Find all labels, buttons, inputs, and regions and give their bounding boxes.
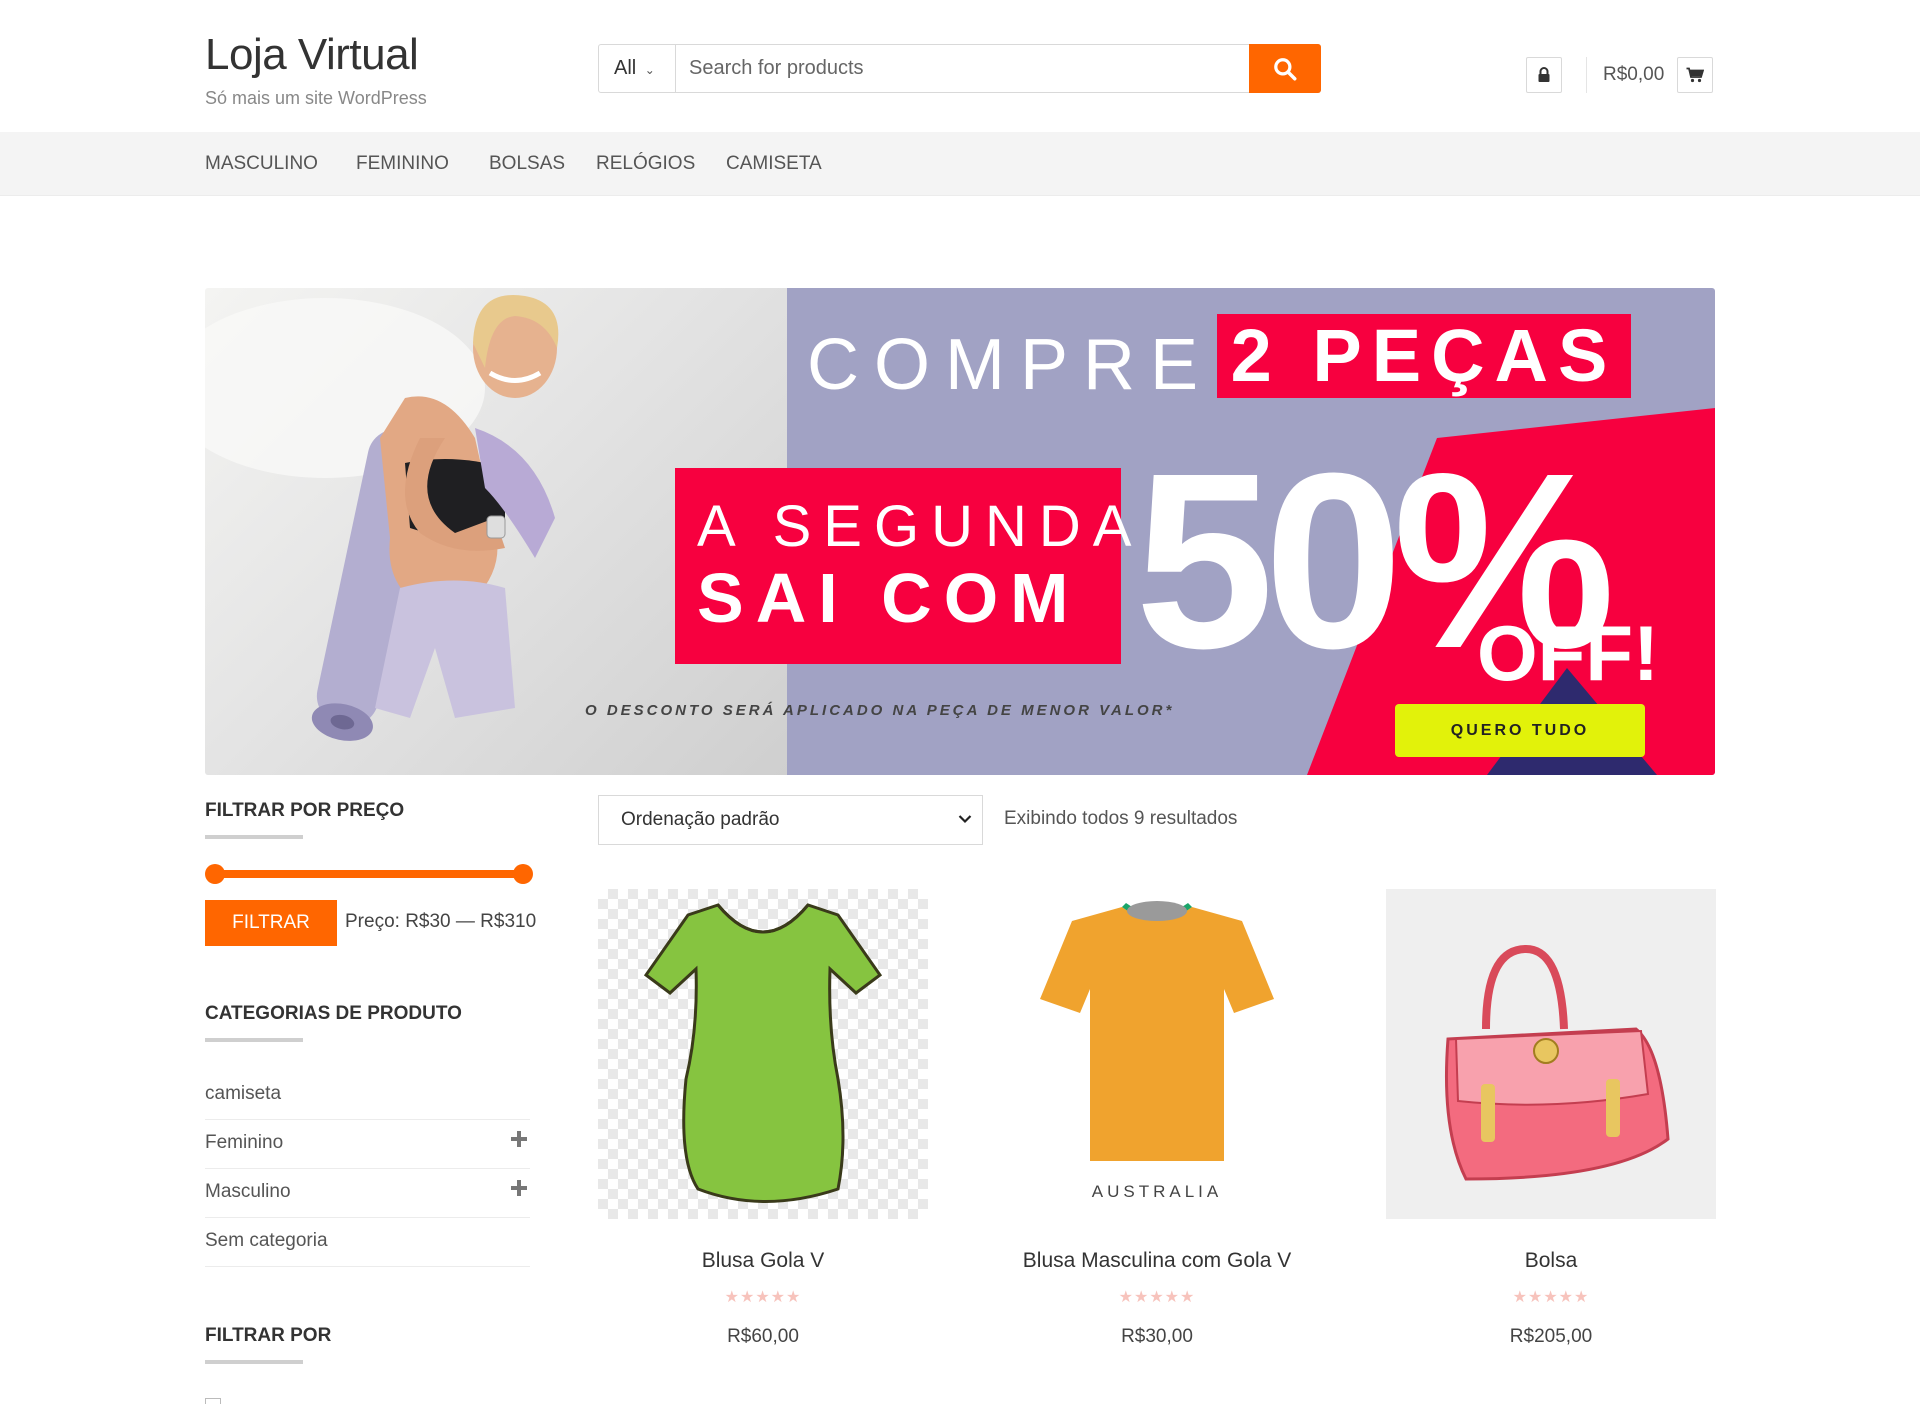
- category-item-camiseta[interactable]: camiseta: [205, 1071, 530, 1120]
- green-v-neck-blouse-image: [643, 903, 883, 1203]
- expand-plus-icon[interactable]: [510, 1130, 528, 1148]
- filter-button[interactable]: FILTRAR: [205, 900, 337, 946]
- results-count: Exibindo todos 9 resultados: [1004, 808, 1238, 829]
- filter-checkbox[interactable]: [205, 1398, 221, 1404]
- category-item-sem-categoria[interactable]: Sem categoria: [205, 1218, 530, 1267]
- product-price: R$205,00: [1509, 1326, 1593, 1347]
- category-item-feminino[interactable]: Feminino: [205, 1120, 530, 1169]
- product-rating-stars: ★★★★★: [724, 1289, 802, 1306]
- chevron-down-icon: [958, 815, 972, 824]
- chevron-down-icon: ⌄: [644, 63, 655, 77]
- nav-item-feminino[interactable]: FEMININO: [356, 153, 449, 175]
- expand-plus-icon[interactable]: [510, 1179, 528, 1197]
- product-rating-stars: ★★★★★: [1118, 1289, 1196, 1306]
- cart-button[interactable]: [1677, 57, 1713, 93]
- category-label: Masculino: [205, 1181, 291, 1202]
- nav-item-bolsas[interactable]: BOLSAS: [489, 153, 565, 175]
- banner-sai-com-text: SAI COM: [697, 559, 1081, 637]
- price-range-label: Preço: R$30 — R$310: [345, 911, 537, 932]
- product-categories-title: CATEGORIAS DE PRODUTO: [205, 1003, 462, 1024]
- price-filter-title: FILTRAR POR PREÇO: [205, 800, 405, 821]
- header-divider: [1586, 57, 1587, 93]
- category-label: camiseta: [205, 1083, 282, 1104]
- nav-item-camiseta[interactable]: CAMISETA: [726, 153, 822, 175]
- title-underline: [205, 1038, 303, 1042]
- price-slider-min-handle[interactable]: [205, 864, 225, 884]
- orderby-value: Ordenação padrão: [621, 809, 780, 830]
- product-rating-stars: ★★★★★: [1512, 1289, 1590, 1306]
- product-image[interactable]: [598, 889, 928, 1219]
- pink-handbag-image: [1444, 944, 1670, 1181]
- product-price: R$30,00: [1121, 1326, 1193, 1347]
- product-name[interactable]: Blusa Gola V: [598, 1249, 928, 1273]
- search-input[interactable]: [677, 45, 1244, 92]
- lock-icon: [1538, 67, 1550, 82]
- orderby-select[interactable]: Ordenação padrão: [598, 795, 983, 845]
- product-name[interactable]: Bolsa: [1386, 1249, 1716, 1273]
- product-search: All ⌄: [598, 44, 1321, 93]
- banner-segunda-text: A SEGUNDA: [697, 494, 1144, 559]
- search-category-value: All: [614, 57, 637, 79]
- main-navigation: MASCULINO FEMININO BOLSAS RELÓGIOS CAMIS…: [0, 132, 1920, 196]
- banner-disclaimer: O DESCONTO SERÁ APLICADO NA PEÇA DE MENO…: [585, 702, 1175, 719]
- product-image[interactable]: [1386, 889, 1716, 1219]
- nav-item-masculino[interactable]: MASCULINO: [205, 153, 318, 175]
- site-title[interactable]: Loja Virtual: [205, 30, 419, 80]
- cart-total[interactable]: R$0,00: [1603, 64, 1664, 86]
- category-label: Feminino: [205, 1132, 284, 1153]
- search-button[interactable]: [1249, 44, 1321, 93]
- banner-compre-text: COMPRE: [807, 325, 1214, 405]
- promo-banner[interactable]: COMPRE 2 PEÇAS A SEGUNDA SAI COM 50% OFF…: [205, 288, 1715, 775]
- product-price: R$60,00: [727, 1326, 799, 1347]
- banner-pecas-text: 2 PEÇAS: [1217, 314, 1631, 398]
- search-icon: [1274, 57, 1297, 80]
- product-image[interactable]: AUSTRALIA: [992, 889, 1322, 1219]
- search-category-select[interactable]: All ⌄: [599, 45, 676, 92]
- shopping-cart-icon: [1686, 67, 1704, 83]
- nav-item-relogios[interactable]: RELÓGIOS: [596, 153, 695, 175]
- product-name[interactable]: Blusa Masculina com Gola V: [992, 1249, 1322, 1273]
- site-description: Só mais um site WordPress: [205, 88, 427, 108]
- category-label: Sem categoria: [205, 1230, 328, 1251]
- title-underline: [205, 835, 303, 839]
- product-image-caption: AUSTRALIA: [1091, 1182, 1223, 1201]
- banner-cta-button[interactable]: QUERO TUDO: [1395, 704, 1645, 757]
- filter-by-title: FILTRAR POR: [205, 1325, 332, 1346]
- yellow-australia-tshirt-image: [1040, 901, 1274, 1161]
- category-item-masculino[interactable]: Masculino: [205, 1169, 530, 1218]
- price-slider-track[interactable]: [212, 870, 524, 878]
- price-slider-max-handle[interactable]: [513, 864, 533, 884]
- site-header: Loja Virtual Só mais um site WordPress A…: [0, 0, 1920, 132]
- banner-off-text: OFF!: [1477, 609, 1659, 697]
- title-underline: [205, 1360, 303, 1364]
- account-button[interactable]: [1526, 57, 1562, 93]
